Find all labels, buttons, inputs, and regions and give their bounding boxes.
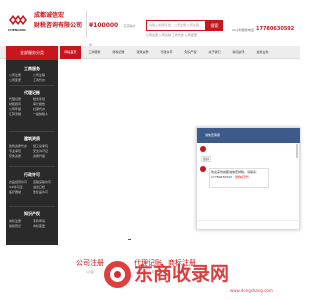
sidebar-link[interactable]: 食品经营许可 (9, 180, 33, 184)
nav-item-accounting[interactable]: 财税记账 (108, 46, 129, 59)
sidebar-link[interactable]: 专业承包 (9, 149, 33, 153)
chat-bubble-message: 欢迎来到成都诚信宏财税，请联系： 17780630592 （微信同号） (209, 168, 269, 188)
sidebar-link[interactable]: 公司注销 (33, 73, 57, 77)
sidebar-group-title[interactable]: 行政许可 (6, 171, 58, 178)
sidebar-link[interactable]: ICP许可证 (9, 185, 33, 189)
phone-label: 24小时服务电话： (232, 28, 254, 32)
company-name[interactable]: 成都诚信宏 财税咨询有限公司 (34, 11, 86, 31)
sidebar-link[interactable]: 公司变更 (9, 78, 33, 82)
chat-title: 诚信宏客服 (205, 133, 221, 137)
hot-search-links[interactable]: 公司注册 公司注销 工商代办 公司变更 (146, 33, 226, 37)
header-divider (86, 10, 87, 38)
all-services-button[interactable]: 全部服务分类 (6, 46, 58, 59)
sidebar-link[interactable]: 汇算清缴 (9, 112, 33, 116)
service-category-sidebar: 工商服务 公司注册 公司注销 公司变更 工商代办 代理记账 代理记账 税务筹划 … (6, 59, 58, 245)
chat-input-area[interactable] (197, 220, 300, 230)
nav-item-about[interactable]: 关于我们 (204, 46, 225, 59)
sidebar-link[interactable]: 工商代办 (33, 78, 57, 82)
sidebar-divider (9, 166, 55, 167)
sidebar-link[interactable]: 一般纳税人 (33, 112, 57, 116)
sidebar-divider (9, 206, 55, 207)
chat-message-text: 欢迎来到成都诚信宏财税，请联系： (211, 170, 260, 174)
sidebar-link[interactable]: 医疗器械 (9, 190, 33, 194)
company-name-line1: 成都诚信宏 (34, 12, 65, 19)
company-name-line2: 财税咨询有限公司 (34, 22, 83, 29)
sidebar-group-title[interactable]: 建筑资质 (6, 135, 58, 142)
chat-popup[interactable]: 诚信宏客服 您好 欢迎来到成都诚信宏财税，请联系： 17780630592 （微… (196, 127, 300, 230)
sidebar-group-title[interactable]: 代理记账 (6, 89, 58, 96)
nav-item-latest[interactable]: 最新业务 (252, 46, 273, 59)
sidebar-link[interactable]: 专利申请 (33, 219, 57, 223)
sidebar-link[interactable]: 财税顾问 (9, 102, 33, 106)
watermark-logo-dot (114, 271, 121, 278)
loading-indicator (128, 239, 131, 240)
chat-message-suffix: （微信同号） (232, 175, 251, 179)
sidebar-link[interactable]: 资质升级 (33, 154, 57, 158)
nav-item-license[interactable]: 行政许可 (156, 46, 177, 59)
sidebar-link[interactable]: 道路运输许可 (33, 180, 57, 184)
phone-number: 17780630592 (256, 26, 295, 32)
agent-avatar-icon (200, 166, 206, 172)
nav-item-business[interactable]: 工商服务 (84, 46, 105, 59)
sidebar-link[interactable]: 公司注册 (9, 73, 33, 77)
sidebar-link[interactable]: 施工总承包 (33, 144, 57, 148)
search-button[interactable]: 搜索 (206, 20, 223, 31)
sidebar-link[interactable]: 公司年报 (9, 107, 33, 111)
nav-item-home[interactable]: 网站首页 (60, 46, 81, 59)
sidebar-link[interactable]: 代理记账 (9, 97, 33, 101)
sidebar-group-title[interactable]: 知识产权 (6, 210, 58, 217)
logo-subtitle: CHENGXIN (8, 28, 26, 32)
chat-message-phone: 17780630592 (211, 175, 232, 179)
sidebar-group-title[interactable]: 工商服务 (6, 65, 58, 72)
sidebar-link[interactable]: 社保代办 (33, 107, 57, 111)
site-header: CHENGXIN 成都诚信宏 财税咨询有限公司 ¥100000 可获得补贴 服务… (0, 0, 300, 54)
sidebar-divider (9, 85, 55, 86)
sidebar-link[interactable]: 建筑资质代办 (9, 144, 33, 148)
chat-scrollbar[interactable] (296, 144, 298, 158)
watermark-url: www.dongshang.com (230, 288, 273, 293)
watermark-text: 东商收录网 (134, 263, 230, 285)
sidebar-link[interactable]: 商标注册 (9, 219, 33, 223)
sidebar-link[interactable]: 进出口权 (33, 185, 57, 189)
sidebar-link[interactable]: 审计报告 (33, 102, 57, 106)
agent-avatar-icon (200, 146, 206, 152)
nav-item-news[interactable]: 新闻资讯 (228, 46, 249, 59)
sidebar-link[interactable]: 版权登记 (9, 224, 33, 228)
promo-amount: ¥100000 (89, 22, 119, 29)
sidebar-link[interactable]: 税务筹划 (33, 97, 57, 101)
sidebar-link[interactable]: 商标变更 (33, 224, 57, 228)
main-nav: 全部服务分类 网站首页 工商服务 财税记账 建筑资质 行政许可 知识产权 关于我… (0, 46, 300, 59)
nav-item-qualification[interactable]: 建筑资质 (132, 46, 153, 59)
sidebar-divider (9, 131, 55, 132)
nav-item-ip[interactable]: 知识产权 (180, 46, 201, 59)
sidebar-link[interactable]: 安全许可证 (33, 149, 57, 153)
company-logo-icon[interactable] (9, 14, 27, 26)
chat-bubble-greeting: 您好 (201, 156, 211, 162)
sidebar-link[interactable]: 危化品许可 (33, 190, 57, 194)
sidebar-link[interactable]: 劳务资质 (9, 154, 33, 158)
search-input[interactable]: 请输入关键词 如：公司注册 公司注销 (146, 20, 206, 31)
